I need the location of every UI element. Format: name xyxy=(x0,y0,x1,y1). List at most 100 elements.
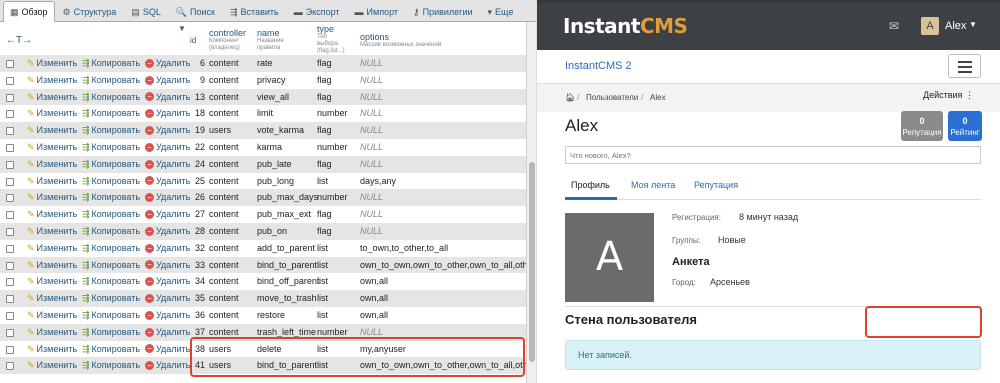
copy-button[interactable]: ⇶ Копировать xyxy=(82,139,140,156)
edit-button[interactable]: ✎ Изменить xyxy=(27,55,77,72)
edit-button[interactable]: ✎ Изменить xyxy=(27,357,77,374)
row-checkbox[interactable] xyxy=(6,278,14,287)
delete-button[interactable]: − Удалить xyxy=(145,307,190,324)
delete-button[interactable]: − Удалить xyxy=(145,206,190,223)
delete-button[interactable]: − Удалить xyxy=(145,273,190,290)
delete-button[interactable]: − Удалить xyxy=(145,223,190,240)
edit-button[interactable]: ✎ Изменить xyxy=(27,189,77,206)
copy-button[interactable]: ⇶ Копировать xyxy=(82,55,140,72)
delete-button[interactable]: − Удалить xyxy=(145,89,190,106)
delete-button[interactable]: − Удалить xyxy=(145,72,190,89)
row-checkbox[interactable] xyxy=(6,244,14,253)
copy-button[interactable]: ⇶ Копировать xyxy=(82,240,140,257)
reputation-badge[interactable]: 0 Репутация xyxy=(901,111,943,141)
copy-button[interactable]: ⇶ Копировать xyxy=(82,273,140,290)
actions-dropdown-button[interactable]: Действия ⋮ xyxy=(923,90,974,101)
sort-arrow-icon[interactable]: ▼ xyxy=(178,24,186,34)
row-checkbox[interactable] xyxy=(6,110,14,119)
edit-button[interactable]: ✎ Изменить xyxy=(27,89,77,106)
column-arrows[interactable]: ←T→ xyxy=(6,36,32,46)
row-checkbox[interactable] xyxy=(6,160,14,169)
copy-button[interactable]: ⇶ Копировать xyxy=(82,257,140,274)
row-checkbox[interactable] xyxy=(6,127,14,136)
rating-badge[interactable]: 0 Рейтинг xyxy=(948,111,982,141)
breadcrumb-users[interactable]: Пользователи xyxy=(586,93,638,102)
copy-button[interactable]: ⇶ Копировать xyxy=(82,173,140,190)
delete-button[interactable]: − Удалить xyxy=(145,173,190,190)
edit-button[interactable]: ✎ Изменить xyxy=(27,156,77,173)
avatar[interactable]: A xyxy=(921,17,939,35)
tab-search[interactable]: 🔍 Поиск xyxy=(169,2,222,21)
copy-button[interactable]: ⇶ Копировать xyxy=(82,357,140,374)
copy-button[interactable]: ⇶ Копировать xyxy=(82,290,140,307)
delete-button[interactable]: − Удалить xyxy=(145,324,190,341)
scrollbar-thumb[interactable] xyxy=(529,162,535,362)
row-checkbox[interactable] xyxy=(6,328,14,337)
edit-button[interactable]: ✎ Изменить xyxy=(27,122,77,139)
delete-button[interactable]: − Удалить xyxy=(145,257,190,274)
edit-button[interactable]: ✎ Изменить xyxy=(27,206,77,223)
mail-icon[interactable]: ✉ xyxy=(889,19,899,33)
delete-button[interactable]: − Удалить xyxy=(145,139,190,156)
tab-export[interactable]: ▬ Экспорт xyxy=(287,2,347,21)
edit-button[interactable]: ✎ Изменить xyxy=(27,257,77,274)
delete-button[interactable]: − Удалить xyxy=(145,341,190,358)
edit-button[interactable]: ✎ Изменить xyxy=(27,273,77,290)
col-type[interactable]: type Тип выбора (flag,list...) xyxy=(317,24,345,55)
site-title[interactable]: InstantCMS 2 xyxy=(565,60,632,72)
edit-button[interactable]: ✎ Изменить xyxy=(27,223,77,240)
row-checkbox[interactable] xyxy=(6,144,14,152)
edit-button[interactable]: ✎ Изменить xyxy=(27,290,77,307)
copy-button[interactable]: ⇶ Копировать xyxy=(82,307,140,324)
edit-button[interactable]: ✎ Изменить xyxy=(27,307,77,324)
edit-button[interactable]: ✎ Изменить xyxy=(27,240,77,257)
menu-toggle-button[interactable] xyxy=(948,54,981,78)
delete-button[interactable]: − Удалить xyxy=(145,240,190,257)
tab-structure[interactable]: ⚙ Структура xyxy=(56,2,124,21)
edit-button[interactable]: ✎ Изменить xyxy=(27,72,77,89)
copy-button[interactable]: ⇶ Копировать xyxy=(82,89,140,106)
row-checkbox[interactable] xyxy=(6,312,14,320)
copy-button[interactable]: ⇶ Копировать xyxy=(82,324,140,341)
delete-button[interactable]: − Удалить xyxy=(145,290,190,307)
tab-profile[interactable]: Профиль xyxy=(571,180,610,190)
copy-button[interactable]: ⇶ Копировать xyxy=(82,122,140,139)
copy-button[interactable]: ⇶ Копировать xyxy=(82,105,140,122)
tab-insert[interactable]: ⇶ Вставить xyxy=(223,2,286,21)
row-checkbox[interactable] xyxy=(6,60,14,68)
copy-button[interactable]: ⇶ Копировать xyxy=(82,223,140,240)
groups-value[interactable]: Новые xyxy=(718,235,746,245)
row-checkbox[interactable] xyxy=(6,211,14,220)
caret-down-icon[interactable]: ▼ xyxy=(969,20,977,29)
tab-import[interactable]: ▬ Импорт xyxy=(348,2,405,21)
tab-privileges[interactable]: ⚷ Привилегии xyxy=(406,2,480,21)
copy-button[interactable]: ⇶ Копировать xyxy=(82,206,140,223)
delete-button[interactable]: − Удалить xyxy=(145,55,190,72)
delete-button[interactable]: − Удалить xyxy=(145,189,190,206)
col-options[interactable]: options Массив возможных значений xyxy=(360,32,441,49)
tab-reputation[interactable]: Репутация xyxy=(694,180,738,190)
edit-button[interactable]: ✎ Изменить xyxy=(27,139,77,156)
row-checkbox[interactable] xyxy=(6,177,14,186)
edit-button[interactable]: ✎ Изменить xyxy=(27,173,77,190)
row-checkbox[interactable] xyxy=(6,362,14,371)
tab-my-feed[interactable]: Моя лента xyxy=(631,180,675,190)
tab-sql[interactable]: ▤ SQL xyxy=(124,2,168,21)
copy-button[interactable]: ⇶ Копировать xyxy=(82,189,140,206)
tab-browse[interactable]: ▦ Обзор xyxy=(3,1,55,22)
home-icon[interactable]: 🏠︎ xyxy=(565,93,575,102)
edit-button[interactable]: ✎ Изменить xyxy=(27,341,77,358)
edit-button[interactable]: ✎ Изменить xyxy=(27,105,77,122)
row-checkbox[interactable] xyxy=(6,228,14,236)
tab-more[interactable]: ▾ Еще xyxy=(481,2,521,21)
delete-button[interactable]: − Удалить xyxy=(145,357,190,374)
copy-button[interactable]: ⇶ Копировать xyxy=(82,156,140,173)
row-checkbox[interactable] xyxy=(6,194,14,203)
row-checkbox[interactable] xyxy=(6,345,14,354)
col-name[interactable]: name Название правила xyxy=(257,28,284,52)
copy-button[interactable]: ⇶ Копировать xyxy=(82,341,140,358)
row-checkbox[interactable] xyxy=(6,93,14,102)
delete-button[interactable]: − Удалить xyxy=(145,105,190,122)
row-checkbox[interactable] xyxy=(6,261,14,270)
delete-button[interactable]: − Удалить xyxy=(145,122,190,139)
